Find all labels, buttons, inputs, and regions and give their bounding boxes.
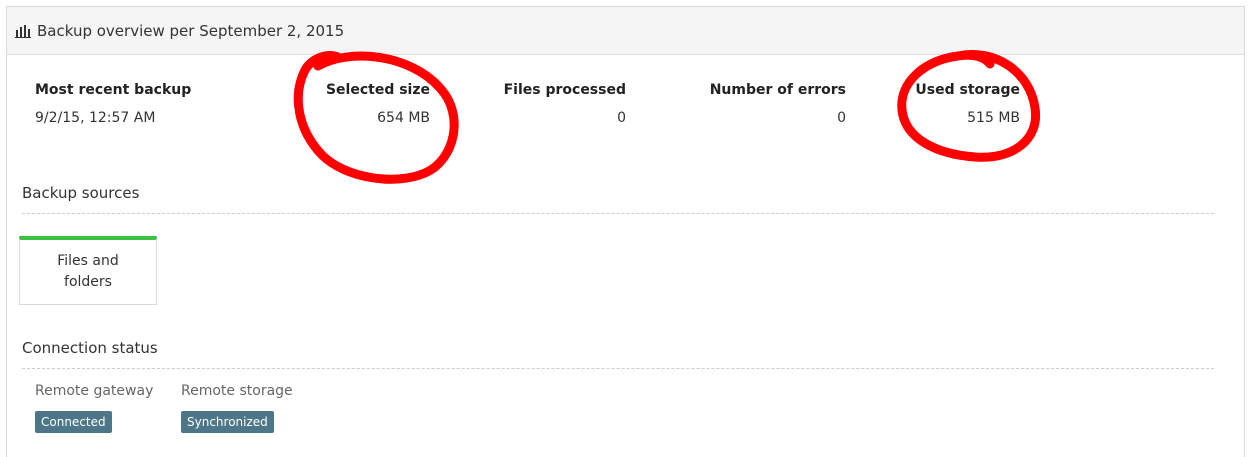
panel-header: Backup overview per September 2, 2015 <box>7 7 1244 55</box>
number-of-errors-value: 0 <box>837 110 846 126</box>
most-recent-backup-label: Most recent backup <box>35 82 192 98</box>
remote-gateway-label: Remote gateway <box>35 383 154 399</box>
most-recent-backup-value: 9/2/15, 12:57 AM <box>35 110 156 126</box>
remote-storage-label: Remote storage <box>181 383 293 399</box>
used-storage-label: Used storage <box>915 82 1020 98</box>
files-processed-value: 0 <box>617 110 626 126</box>
source-files-and-folders[interactable]: Files and folders <box>19 236 157 305</box>
remote-gateway-status-badge: Connected <box>35 411 112 433</box>
most-recent-backup-column: Most recent backup 9/2/15, 12:57 AM <box>35 82 191 142</box>
selected-size-column: Selected size 654 MB <box>300 82 430 142</box>
bar-chart-icon <box>15 24 31 38</box>
number-of-errors-label: Number of errors <box>709 82 846 98</box>
connection-status-title: Connection status <box>22 339 158 357</box>
selected-size-value: 654 MB <box>377 110 430 126</box>
connection-status-divider <box>22 368 1214 369</box>
number-of-errors-column: Number of errors 0 <box>690 82 846 142</box>
source-tile-label: Files and folders <box>57 251 119 293</box>
used-storage-column: Used storage 515 MB <box>900 82 1020 142</box>
source-label-line2: folders <box>64 274 112 290</box>
backup-summary: Most recent backup 9/2/15, 12:57 AM Sele… <box>0 82 1239 142</box>
files-processed-label: Files processed <box>503 82 626 98</box>
selected-size-label: Selected size <box>325 82 430 98</box>
panel-title: Backup overview per September 2, 2015 <box>37 21 345 40</box>
backup-sources-divider <box>22 213 1214 214</box>
remote-storage-status-badge: Synchronized <box>181 411 274 433</box>
used-storage-value: 515 MB <box>967 110 1020 126</box>
backup-sources-title: Backup sources <box>22 184 140 202</box>
files-processed-column: Files processed 0 <box>480 82 626 142</box>
source-label-line1: Files and <box>57 253 119 269</box>
